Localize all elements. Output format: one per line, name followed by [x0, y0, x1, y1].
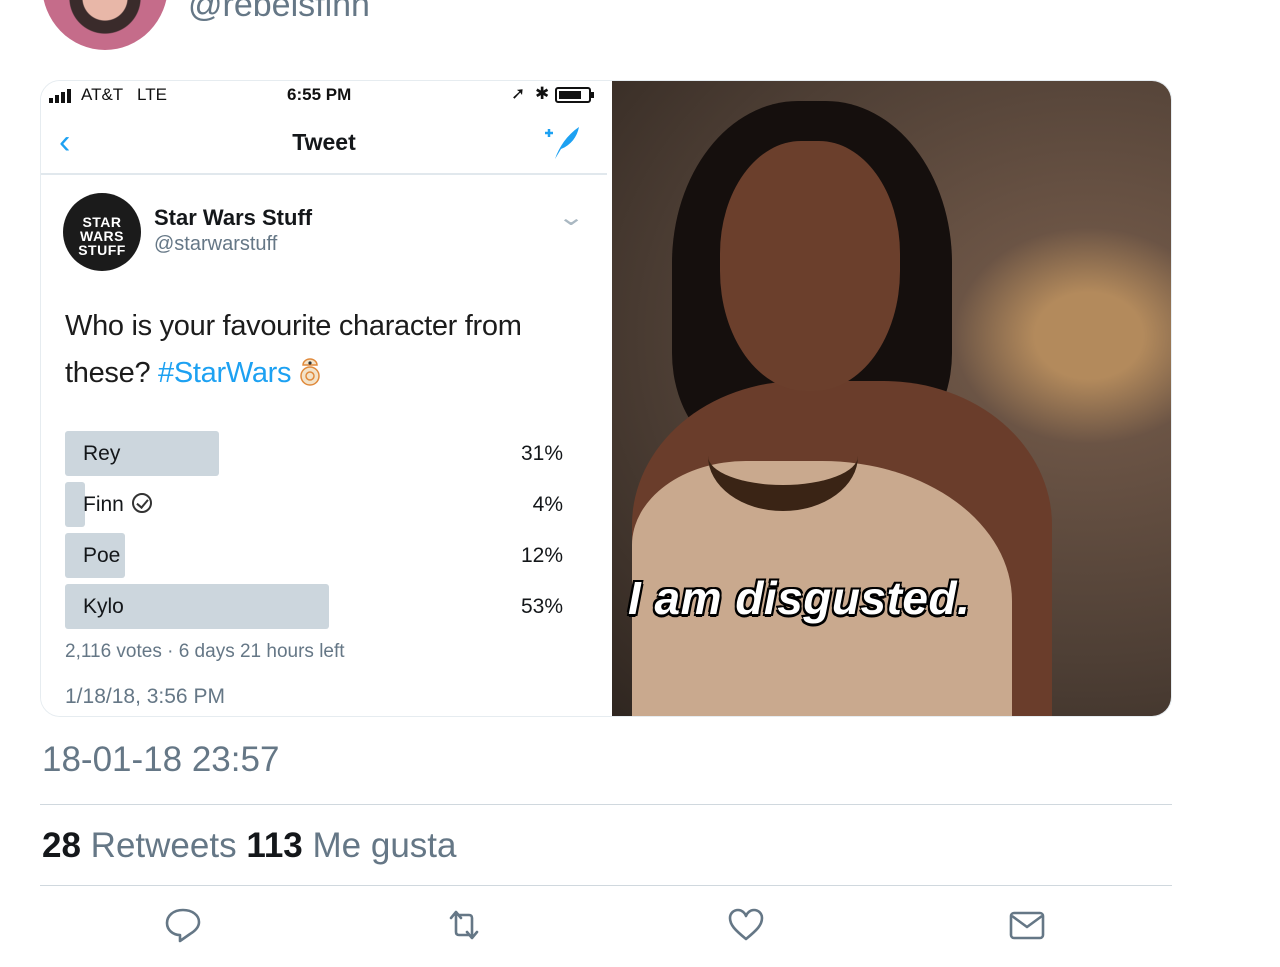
poll-option-finn: Finn 4% [65, 482, 563, 527]
nav-title: Tweet [292, 129, 356, 155]
poll-option-percent: 12% [520, 544, 563, 567]
battery-icon [555, 87, 594, 103]
embedded-author-handle: @starwarstuff [154, 233, 278, 255]
embedded-tweet-date: 1/18/18, 3:56 PM [65, 685, 225, 708]
poll-option-label-wrap: Finn [83, 493, 152, 517]
retweet-icon [449, 910, 479, 940]
retweets-label[interactable]: Retweets [91, 826, 237, 865]
starwarsstuff-avatar: STAR WARS STUFF [63, 193, 141, 271]
gif-face [720, 141, 900, 391]
gif-caption: I am disgusted. [628, 572, 971, 624]
screenshot-image[interactable]: AT&T LTE 6:55 PM ➚ ✱ ‹ Tweet STAR WARS S… [41, 81, 607, 716]
user-handle[interactable]: @rebelsfinn [188, 0, 370, 25]
poll-option-percent: 4% [532, 493, 563, 516]
carrier: AT&T [81, 85, 124, 104]
dm-button[interactable] [1008, 906, 1046, 949]
hashtag: #StarWars [158, 357, 292, 389]
compose-icon [545, 127, 579, 159]
embedded-author-name: Star Wars Stuff [154, 205, 313, 230]
retweets-count[interactable]: 28 [42, 826, 81, 865]
phone-status-bar: AT&T LTE 6:55 PM ➚ ✱ [41, 81, 607, 111]
phone-clock: 6:55 PM [287, 85, 352, 104]
like-icon [728, 908, 764, 941]
poll-option-label: Poe [83, 544, 121, 567]
location-icon: ➚ [511, 84, 526, 103]
poll-option-rey: Rey 31% [65, 431, 563, 476]
poll-bar [65, 482, 85, 527]
poll-option-kylo: Kylo 53% [65, 584, 563, 629]
reply-icon [165, 908, 201, 943]
poll-meta: 2,116 votes · 6 days 21 hours left [65, 641, 345, 662]
nav-bar: ‹ Tweet [41, 113, 607, 175]
retweet-button[interactable] [445, 906, 483, 949]
network-type: LTE [137, 85, 167, 104]
reply-button[interactable] [164, 906, 202, 949]
poll-option-percent: 53% [520, 595, 563, 618]
poll-option-label: Finn [83, 493, 124, 516]
tweet-media[interactable]: AT&T LTE 6:55 PM ➚ ✱ ‹ Tweet STAR WARS S… [40, 80, 1172, 717]
bb8-emoji-icon [300, 358, 320, 386]
tweet-stats: 28 Retweets 113 Me gusta [42, 826, 456, 866]
like-button[interactable] [727, 906, 765, 949]
poll-option-label: Rey [83, 442, 121, 465]
bluetooth-icon: ✱ [535, 84, 550, 103]
tweet-timestamp[interactable]: 18-01-18 23:57 [42, 740, 279, 780]
embedded-tweet-text: Who is your favourite character from the… [65, 303, 575, 397]
user-avatar[interactable] [42, 0, 168, 50]
gif-necklace [708, 401, 858, 511]
check-circle-icon [131, 493, 152, 513]
likes-count[interactable]: 113 [246, 826, 302, 865]
tweet-text-main: Who is your favourite character from the… [65, 310, 522, 389]
reaction-gif[interactable]: I am disgusted. [612, 81, 1171, 716]
poll: Rey 31% Finn 4% Poe 12% Kylo 53% [65, 431, 563, 635]
poll-option-poe: Poe 12% [65, 533, 563, 578]
divider [40, 804, 1172, 805]
signal-icon [49, 89, 71, 103]
chevron-down-icon: ⌄ [556, 204, 586, 231]
poll-option-percent: 31% [520, 442, 563, 465]
poll-option-label: Kylo [83, 595, 124, 618]
dm-icon [1009, 911, 1045, 940]
divider [40, 885, 1172, 886]
likes-label[interactable]: Me gusta [313, 826, 457, 865]
